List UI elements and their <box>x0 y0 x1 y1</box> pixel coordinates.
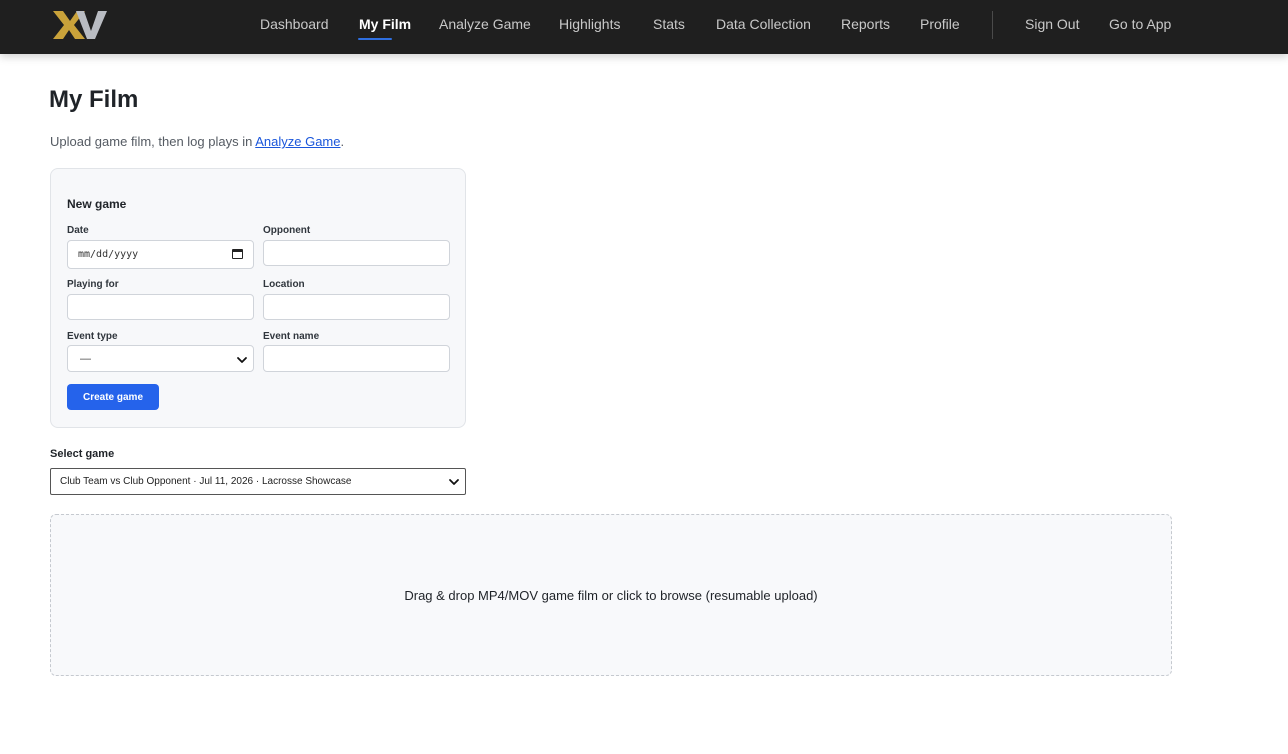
top-nav-bar: Dashboard My Film Analyze Game Highlight… <box>0 0 1288 54</box>
opponent-input[interactable] <box>263 240 450 266</box>
event-type-value: — <box>80 352 91 365</box>
event-type-label: Event type <box>67 331 118 342</box>
film-upload-dropzone[interactable]: Drag & drop MP4/MOV game film or click t… <box>50 514 1172 676</box>
sign-out-link[interactable]: Sign Out <box>1025 0 1079 54</box>
nav-my-film[interactable]: My Film <box>359 0 411 54</box>
dropzone-instructions: Drag & drop MP4/MOV game film or click t… <box>404 587 818 603</box>
nav-stats[interactable]: Stats <box>653 0 685 54</box>
chevron-down-icon <box>237 357 247 363</box>
subtitle-text: Upload game film, then log plays in <box>50 134 256 149</box>
playing-for-input[interactable] <box>67 294 254 320</box>
nav-data-collection[interactable]: Data Collection <box>716 0 811 54</box>
location-input[interactable] <box>263 294 450 320</box>
new-game-card: New game Date mm/dd/yyyy Opponent Playin… <box>50 168 466 428</box>
opponent-label: Opponent <box>263 225 311 236</box>
select-game-dropdown[interactable]: Club Team vs Club Opponent · Jul 11, 202… <box>50 468 466 495</box>
create-game-button[interactable]: Create game <box>67 384 159 410</box>
date-input[interactable]: mm/dd/yyyy <box>67 240 254 269</box>
nav-divider <box>992 11 993 39</box>
go-to-app-link[interactable]: Go to App <box>1109 0 1171 54</box>
nav-profile[interactable]: Profile <box>920 0 960 54</box>
subtitle-period: . <box>340 134 345 149</box>
nav-highlights[interactable]: Highlights <box>559 0 620 54</box>
calendar-icon[interactable] <box>232 249 243 259</box>
event-name-label: Event name <box>263 331 320 342</box>
nav-active-indicator <box>358 38 392 40</box>
selected-game-value: Club Team vs Club Opponent · Jul 11, 202… <box>60 476 352 487</box>
nav-dashboard[interactable]: Dashboard <box>260 0 329 54</box>
nav-reports[interactable]: Reports <box>841 0 890 54</box>
event-type-select[interactable]: — <box>67 345 254 372</box>
xv-logo[interactable] <box>52 9 108 41</box>
playing-for-label: Playing for <box>67 279 119 290</box>
event-name-input[interactable] <box>263 345 450 372</box>
page-title: My Film <box>49 86 139 113</box>
select-game-label: Select game <box>50 448 115 460</box>
date-label: Date <box>67 225 89 236</box>
nav-analyze-game[interactable]: Analyze Game <box>439 0 531 54</box>
page-subtitle: Upload game film, then log plays in Anal… <box>50 134 344 149</box>
new-game-heading: New game <box>67 197 127 211</box>
analyze-game-link[interactable]: Analyze Game <box>255 134 340 149</box>
location-label: Location <box>263 279 305 290</box>
date-placeholder: mm/dd/yyyy <box>78 249 139 260</box>
chevron-down-icon <box>449 479 459 485</box>
